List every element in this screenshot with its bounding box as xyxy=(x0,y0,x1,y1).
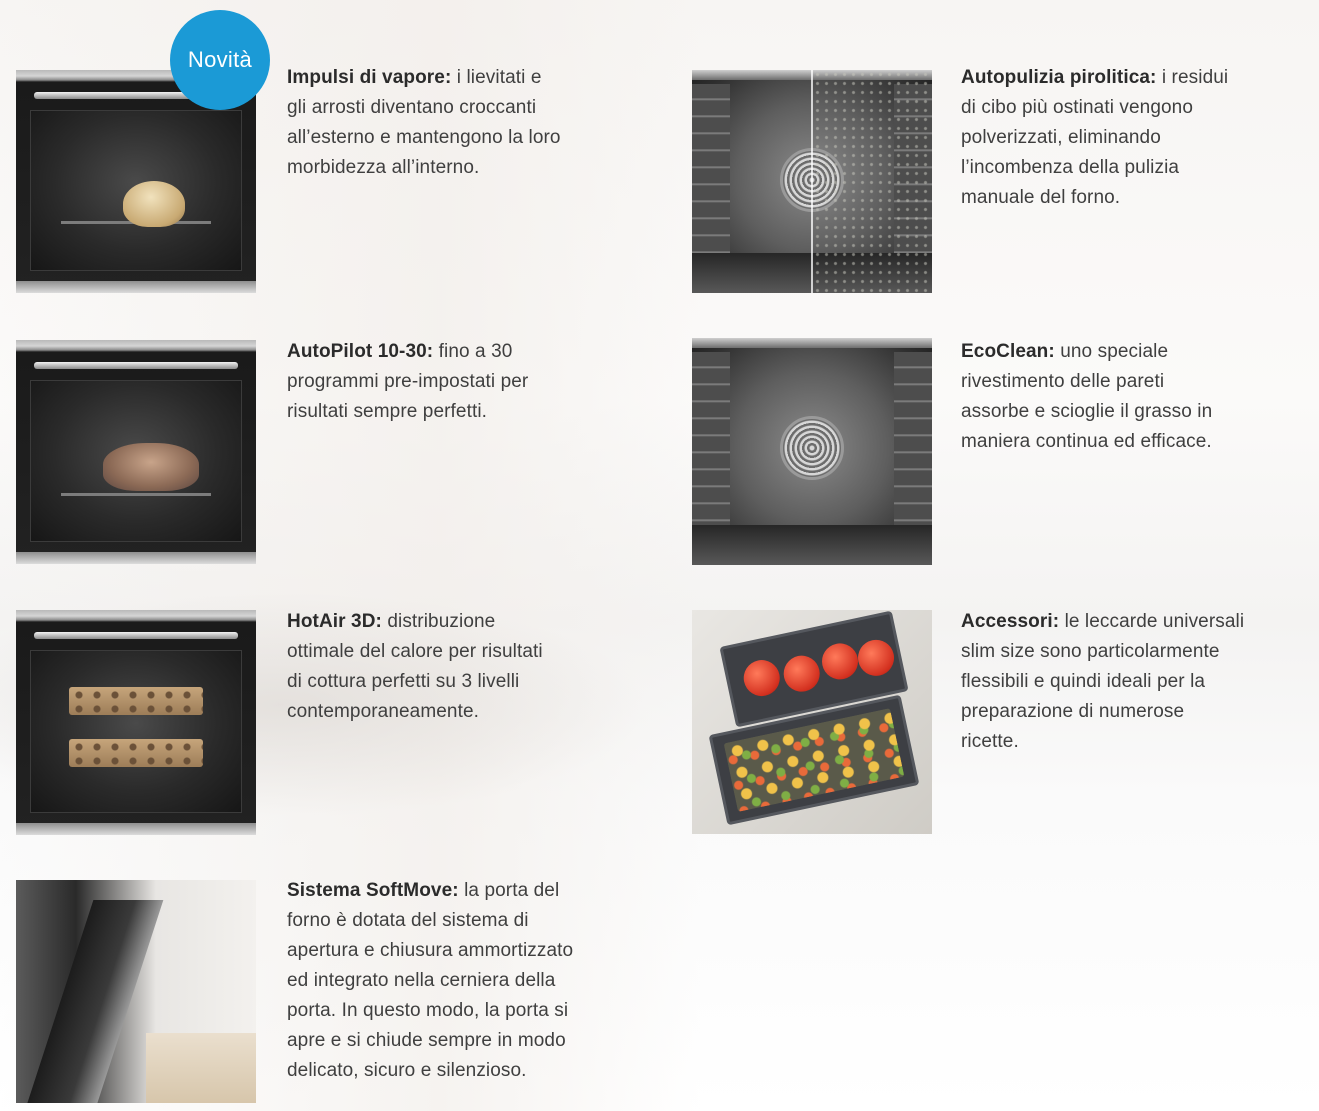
ecoclean-line-3: assorbe e scioglie il grasso in xyxy=(961,401,1213,422)
ecoclean-line-4: maniera continua ed efficace. xyxy=(961,431,1212,452)
oven-trim xyxy=(16,281,256,293)
autopilot-line-1: fino a 30 xyxy=(438,341,513,362)
accessories-line-3: flessibili e quindi ideali per la xyxy=(961,671,1206,692)
pyrolytic-line-1: i residui xyxy=(1161,67,1229,88)
steam-line-3: all’esterno e mantengono la loro xyxy=(287,127,561,148)
softmove-line-7: delicato, sicuro e silenzioso. xyxy=(287,1060,527,1081)
oven-side-wall-left xyxy=(692,352,730,545)
accessories-line-4: preparazione di numerose xyxy=(961,701,1185,722)
hotair-line-1: distribuzione xyxy=(387,611,496,632)
softmove-feature-image xyxy=(16,880,256,1103)
oven-handle xyxy=(34,362,238,369)
hotair-line-2: ottimale del calore per risultati xyxy=(287,641,543,662)
softmove-line-2: forno è dotata del sistema di xyxy=(287,910,529,931)
softmove-line-6: apre e si chiude sempre in modo xyxy=(287,1030,566,1051)
stuffed-pepper xyxy=(818,640,862,683)
before-after-divider xyxy=(811,70,813,293)
softmove-feature-title: Sistema SoftMove: xyxy=(287,880,459,901)
oven-window xyxy=(30,380,242,542)
accessories-feature-image xyxy=(692,610,932,834)
oven-trim xyxy=(16,552,256,564)
steam-line-1: i lievitati e xyxy=(456,67,542,88)
stuffed-pepper xyxy=(740,656,784,700)
accessories-feature-title: Accessori: xyxy=(961,611,1060,632)
oven-ceiling xyxy=(692,338,932,348)
autopilot-feature-image xyxy=(16,340,256,564)
hotair-feature-title: HotAir 3D: xyxy=(287,611,382,632)
softmove-line-5: porta. In questo modo, la porta si xyxy=(287,1000,569,1021)
softmove-line-1: la porta del xyxy=(464,880,560,901)
wooden-floor xyxy=(146,1033,256,1103)
oven-window xyxy=(30,110,242,271)
oven-side-wall-left xyxy=(692,84,730,273)
hotair-feature-image xyxy=(16,610,256,835)
oven-trim xyxy=(16,823,256,835)
pyrolytic-feature-title: Autopulizia pirolitica: xyxy=(961,67,1157,88)
ecoclean-line-2: rivestimento delle pareti xyxy=(961,371,1165,392)
pyrolytic-line-4: l’incombenza della pulizia xyxy=(961,157,1180,178)
oven-door xyxy=(18,900,164,1103)
new-badge: Novità xyxy=(170,10,270,110)
softmove-line-3: apertura e chiusura ammortizzato xyxy=(287,940,574,961)
accessories-line-1: le leccarde universali xyxy=(1064,611,1245,632)
hotair-line-3: di cottura perfetti su 3 livelli xyxy=(287,671,520,692)
softmove-line-4: ed integrato nella cerniera della xyxy=(287,970,556,991)
ecoclean-feature-title: EcoClean: xyxy=(961,341,1055,362)
ecoclean-feature-description: EcoClean: uno speciale rivestimento dell… xyxy=(961,337,1319,457)
pyrolytic-line-2: di cibo più ostinati vengono xyxy=(961,97,1194,118)
oven-window xyxy=(30,650,242,813)
accessories-line-5: ricette. xyxy=(961,731,1019,752)
steam-line-4: morbidezza all’interno. xyxy=(287,157,480,178)
stuffed-pepper xyxy=(780,652,824,696)
autopilot-line-2: programmi pre-impostati per xyxy=(287,371,529,392)
steam-feature-description: Impulsi di vapore: i lievitati e gli arr… xyxy=(287,63,647,183)
baking-tray-top xyxy=(69,687,203,715)
steam-feature-title: Impulsi di vapore: xyxy=(287,67,452,88)
oven-rack xyxy=(61,493,211,496)
autopilot-feature-description: AutoPilot 10-30: fino a 30 programmi pre… xyxy=(287,337,647,427)
pyrolytic-line-3: polverizzati, eliminando xyxy=(961,127,1161,148)
hotair-feature-description: HotAir 3D: distribuzione ottimale del ca… xyxy=(287,607,647,727)
oven-floor xyxy=(692,525,932,565)
roast-chicken xyxy=(103,443,199,491)
pyrolytic-feature-description: Autopulizia pirolitica: i residui di cib… xyxy=(961,63,1319,213)
softmove-feature-description: Sistema SoftMove: la porta del forno è d… xyxy=(287,876,667,1086)
autopilot-feature-title: AutoPilot 10-30: xyxy=(287,341,434,362)
ecoclean-line-1: uno speciale xyxy=(1060,341,1169,362)
ecoclean-feature-image xyxy=(692,338,932,565)
oven-handle xyxy=(34,632,238,639)
oven-side-wall-right xyxy=(894,352,932,545)
hotair-line-4: contemporaneamente. xyxy=(287,701,480,722)
stuffed-pepper xyxy=(854,636,898,680)
autopilot-line-3: risultati sempre perfetti. xyxy=(287,401,488,422)
baking-tray-bottom xyxy=(69,739,203,767)
accessories-feature-description: Accessori: le leccarde universali slim s… xyxy=(961,607,1319,757)
accessories-line-2: slim size sono particolarmente xyxy=(961,641,1220,662)
bread-loaf xyxy=(123,181,185,227)
pyrolytic-line-5: manuale del forno. xyxy=(961,187,1121,208)
steam-line-2: gli arrosti diventano croccanti xyxy=(287,97,537,118)
new-badge-label: Novità xyxy=(187,47,253,72)
pyrolytic-feature-image xyxy=(692,70,932,293)
residue-pattern xyxy=(813,70,932,293)
fan-icon xyxy=(780,416,844,480)
